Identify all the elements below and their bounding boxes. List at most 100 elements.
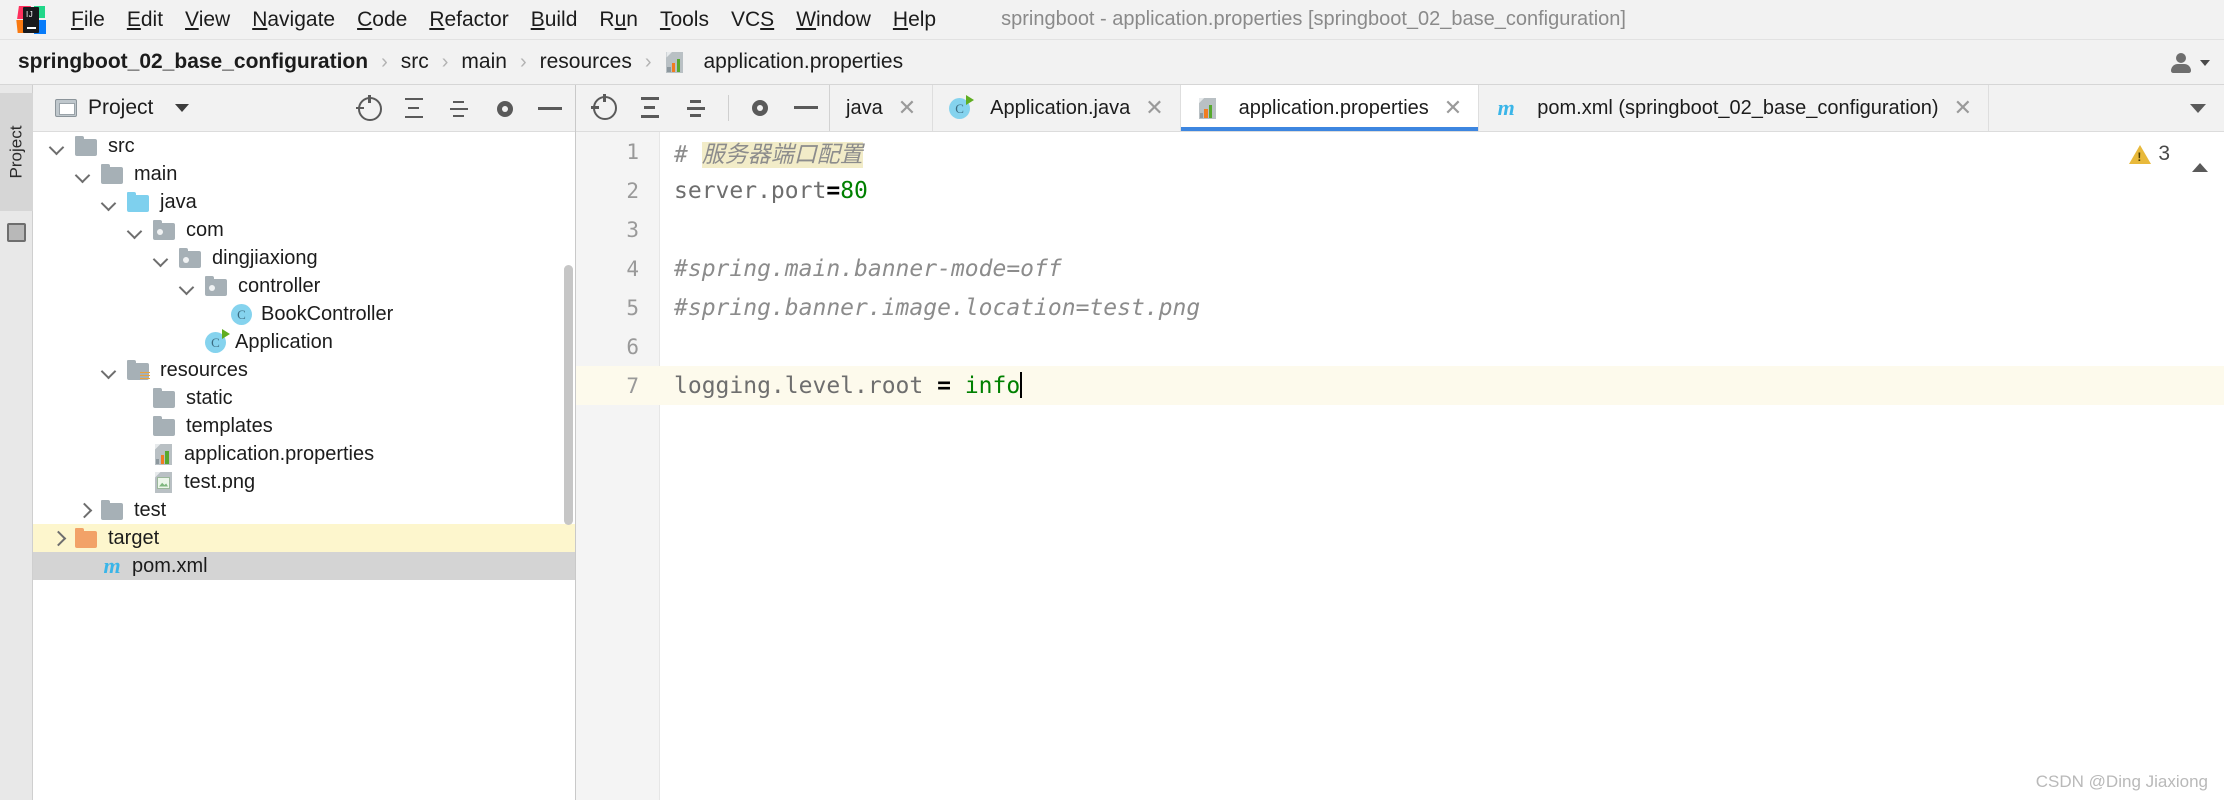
menu-edit[interactable]: Edit bbox=[116, 0, 174, 40]
locate-icon[interactable] bbox=[356, 94, 383, 122]
project-tree[interactable]: src main java com dingjiaxiong controller C Boo… bbox=[33, 132, 575, 800]
tree-item-src[interactable]: src bbox=[33, 132, 575, 160]
menu-file[interactable]: File bbox=[60, 0, 116, 40]
tree-item-controller[interactable]: controller bbox=[33, 272, 575, 300]
tree-item-com[interactable]: com bbox=[33, 216, 575, 244]
code-line[interactable]: 4 #spring.main.banner-mode=off bbox=[576, 249, 2224, 288]
project-view-dropdown-icon[interactable] bbox=[175, 104, 190, 112]
chevron-down-icon[interactable] bbox=[2200, 59, 2210, 66]
package-folder-icon bbox=[179, 247, 203, 268]
expand-all-icon[interactable] bbox=[402, 96, 428, 122]
tree-item-pom-xml[interactable]: m pom.xml bbox=[33, 552, 575, 580]
folder-icon bbox=[101, 163, 125, 184]
close-icon[interactable]: ✕ bbox=[1444, 97, 1462, 119]
tree-item-dingjiaxiong[interactable]: dingjiaxiong bbox=[33, 244, 575, 272]
close-icon[interactable]: ✕ bbox=[1145, 97, 1163, 119]
breadcrumb-item-project[interactable]: springboot_02_base_configuration bbox=[18, 50, 368, 74]
chevron-down-icon[interactable] bbox=[179, 278, 195, 294]
excluded-folder-icon bbox=[75, 527, 99, 548]
line-number: 1 bbox=[626, 139, 639, 164]
locate-icon[interactable] bbox=[591, 94, 618, 121]
chevron-right-icon[interactable] bbox=[75, 502, 91, 518]
tree-item-main[interactable]: main bbox=[33, 160, 575, 188]
package-folder-icon bbox=[153, 219, 177, 240]
project-icon bbox=[55, 99, 77, 117]
inspections-widget-toggle[interactable] bbox=[2192, 146, 2208, 172]
user-account-icon[interactable] bbox=[2168, 52, 2194, 74]
settings-gear-icon[interactable] bbox=[492, 96, 518, 122]
line-text: #spring.banner.image.location=test.png bbox=[660, 295, 1200, 321]
code-editor[interactable]: 1 # 服务器端口配置 2 server.port=80 3 4 #spring.main.… bbox=[576, 132, 2224, 800]
editor-tab-application-java[interactable]: C Application.java ✕ bbox=[933, 85, 1181, 131]
editor-tabs-overflow-button[interactable] bbox=[2190, 85, 2206, 132]
breadcrumb-item-resources[interactable]: resources bbox=[540, 50, 632, 74]
menu-window[interactable]: Window bbox=[785, 0, 882, 40]
tree-item-resources[interactable]: resources bbox=[33, 356, 575, 384]
left-tool-strip: Project bbox=[0, 85, 33, 800]
chevron-up-icon bbox=[2192, 146, 2208, 172]
code-line[interactable]: 7 logging.level.root = info bbox=[576, 366, 2224, 405]
close-icon[interactable]: ✕ bbox=[898, 97, 916, 119]
editor-tab-pom-xml[interactable]: m pom.xml (springboot_02_base_configurat… bbox=[1479, 85, 1990, 131]
inspection-warning-indicator[interactable]: 3 bbox=[2129, 142, 2170, 166]
code-line[interactable]: 5 #spring.banner.image.location=test.png bbox=[576, 288, 2224, 327]
expand-all-icon[interactable] bbox=[638, 95, 664, 121]
chevron-down-icon[interactable] bbox=[49, 138, 65, 154]
breadcrumb-item-file[interactable]: application.properties bbox=[664, 50, 903, 74]
hide-panel-icon[interactable] bbox=[793, 95, 819, 121]
editor-text-content[interactable]: 1 # 服务器端口配置 2 server.port=80 3 4 #spring.main.… bbox=[576, 132, 2224, 800]
menu-view[interactable]: View bbox=[174, 0, 241, 40]
collapse-all-icon[interactable] bbox=[447, 96, 473, 122]
code-line[interactable]: 1 # 服务器端口配置 bbox=[576, 132, 2224, 171]
tree-item-static[interactable]: static bbox=[33, 384, 575, 412]
project-tree-scrollbar[interactable] bbox=[564, 265, 573, 525]
tree-item-target[interactable]: target bbox=[33, 524, 575, 552]
code-line[interactable]: 2 server.port=80 bbox=[576, 171, 2224, 210]
menu-refactor[interactable]: Refactor bbox=[418, 0, 519, 40]
chevron-down-icon[interactable] bbox=[101, 362, 117, 378]
tree-item-label: test.png bbox=[184, 470, 256, 493]
tree-item-label: pom.xml bbox=[132, 554, 208, 577]
tree-item-application[interactable]: C Application bbox=[33, 328, 575, 356]
breadcrumb-item-main[interactable]: main bbox=[461, 50, 507, 74]
line-number: 6 bbox=[626, 334, 639, 359]
menu-run[interactable]: Run bbox=[588, 0, 649, 40]
code-token: logging.level.root bbox=[674, 373, 938, 399]
tool-window-button-project[interactable]: Project bbox=[0, 93, 33, 211]
close-icon[interactable]: ✕ bbox=[1954, 97, 1972, 119]
code-token: = bbox=[826, 177, 841, 204]
editor-tab-java[interactable]: java ✕ bbox=[830, 85, 934, 131]
project-tool-window: Project src main java com dingjiaxiong c… bbox=[33, 85, 576, 800]
tree-item-application-properties[interactable]: application.properties bbox=[33, 440, 575, 468]
tree-item-bookcontroller[interactable]: C BookController bbox=[33, 300, 575, 328]
menu-code[interactable]: Code bbox=[346, 0, 418, 40]
chevron-down-icon[interactable] bbox=[75, 166, 91, 182]
menu-build[interactable]: Build bbox=[520, 0, 589, 40]
code-line[interactable]: 6 bbox=[576, 327, 2224, 366]
line-number: 3 bbox=[626, 217, 639, 242]
menu-tools[interactable]: Tools bbox=[649, 0, 720, 40]
tree-item-templates[interactable]: templates bbox=[33, 412, 575, 440]
no-arrow bbox=[205, 306, 221, 322]
menu-help[interactable]: Help bbox=[882, 0, 947, 40]
tree-item-test-png[interactable]: test.png bbox=[33, 468, 575, 496]
tree-item-label: src bbox=[108, 134, 135, 157]
structure-icon[interactable] bbox=[7, 223, 26, 242]
menu-vcs[interactable]: VCS bbox=[720, 0, 785, 40]
tree-item-label: java bbox=[160, 190, 197, 213]
chevron-right-icon[interactable] bbox=[49, 530, 65, 546]
breadcrumb-item-src[interactable]: src bbox=[401, 50, 429, 74]
hide-panel-icon[interactable] bbox=[537, 96, 563, 122]
tree-item-java[interactable]: java bbox=[33, 188, 575, 216]
editor-tab-application-properties[interactable]: application.properties ✕ bbox=[1180, 85, 1480, 131]
chevron-down-icon[interactable] bbox=[127, 222, 143, 238]
menu-navigate[interactable]: Navigate bbox=[241, 0, 346, 40]
chevron-down-icon[interactable] bbox=[153, 250, 169, 266]
settings-gear-icon[interactable] bbox=[747, 95, 773, 121]
chevron-down-icon[interactable] bbox=[101, 194, 117, 210]
collapse-all-icon[interactable] bbox=[684, 95, 710, 121]
tree-item-test[interactable]: test bbox=[33, 496, 575, 524]
navigation-bar: springboot_02_base_configuration › src ›… bbox=[0, 40, 2224, 85]
editor-tab-bar: java ✕ C Application.java ✕ application.… bbox=[576, 85, 2224, 132]
code-line[interactable]: 3 bbox=[576, 210, 2224, 249]
